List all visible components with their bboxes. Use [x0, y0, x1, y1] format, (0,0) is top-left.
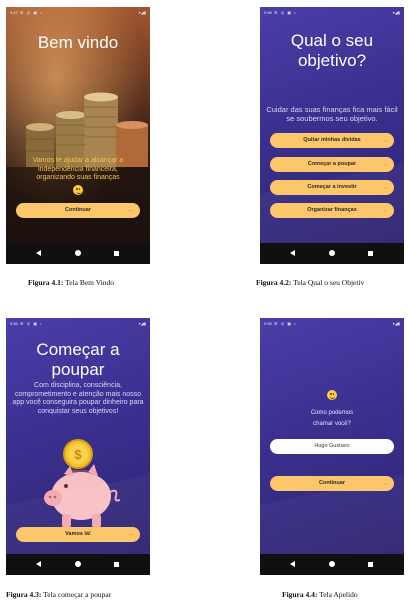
- option-label: Quitar minhas dívidas: [303, 137, 361, 143]
- arrow-right-icon: →: [127, 531, 134, 538]
- status-time: 9:58: [10, 321, 18, 326]
- lets-go-button-label: Vamos lá!: [65, 531, 91, 537]
- status-bar: 9:47 ⚙ ◎ ▣ • ▾◢▮: [6, 7, 150, 17]
- option-label: Organizar finanças: [307, 207, 357, 213]
- arrow-right-icon: →: [381, 184, 388, 191]
- save-message: Com disciplina, consciência, comprometim…: [12, 382, 144, 415]
- page-title: Bem vindo: [37, 33, 119, 52]
- welcome-screen: 9:47 ⚙ ◎ ▣ • ▾◢▮ Bem vindo Vamos te ajud…: [6, 7, 150, 243]
- figure-caption: Figura 4.4: Tela Apelido: [282, 590, 358, 599]
- nickname-question: Como podemos chamar você?: [310, 410, 354, 427]
- arrow-right-icon: →: [381, 480, 388, 487]
- smile-emoji-icon: [73, 185, 83, 195]
- battery-icon: ▾◢▮: [392, 321, 400, 326]
- figure-caption: Figura 4.3: Tela começar a poupar: [6, 590, 111, 599]
- battery-icon: ▾◢▮: [392, 10, 400, 15]
- back-icon[interactable]: [36, 561, 41, 567]
- back-icon[interactable]: [36, 250, 41, 256]
- figure-caption: Figura 4.2: Tela Qual o seu Objetiv: [256, 278, 364, 287]
- phone-objective: 9:58 ⚙ ◎ ▣ • ▾◢▮ Qual o seu objetivo? Cu…: [260, 7, 404, 264]
- caption-text: Tela Qual o seu Objetiv: [293, 278, 365, 287]
- phone-welcome: 9:47 ⚙ ◎ ▣ • ▾◢▮ Bem vindo Vamos te ajud…: [6, 7, 150, 264]
- continue-button-label: Continuar: [65, 207, 91, 213]
- option-button-organize[interactable]: Organizar finanças →: [270, 203, 394, 218]
- arrow-right-icon: →: [381, 207, 388, 214]
- continue-button[interactable]: Continuar →: [16, 203, 140, 218]
- status-icons: ⚙ ◎ ▣ •: [274, 10, 297, 15]
- arrow-right-icon: →: [381, 161, 388, 168]
- home-icon[interactable]: [329, 250, 335, 256]
- objective-message: Cuidar das suas finanças fica mais fácil…: [266, 105, 398, 123]
- option-label: Começar a investir: [307, 184, 357, 190]
- status-icons: ⚙ ◎ ▣ •: [274, 321, 297, 326]
- save-screen: 9:58 ⚙ ◎ ▣ • ▾◢▮ Começar a poupar Com di…: [6, 318, 150, 554]
- android-navbar: [6, 243, 150, 264]
- recent-apps-icon[interactable]: [114, 250, 119, 256]
- recent-apps-icon[interactable]: [368, 250, 373, 256]
- continue-button[interactable]: Continuar →: [270, 476, 394, 491]
- battery-icon: ▾◢▮: [138, 321, 146, 326]
- caption-label: Figura 4.4:: [282, 590, 318, 599]
- welcome-message: Vamos te ajudar a alcançar a independênc…: [32, 157, 124, 181]
- svg-text:$: $: [74, 447, 82, 462]
- caption-text: Tela Bem Vindo: [65, 278, 115, 287]
- back-icon[interactable]: [290, 250, 295, 256]
- status-icons: ⚙ ◎ ▣ •: [20, 10, 43, 15]
- caption-text: Tela começar a poupar: [43, 590, 112, 599]
- nickname-input[interactable]: Hugo Gustavo: [270, 439, 394, 454]
- continue-button-label: Continuar: [319, 480, 345, 486]
- home-icon[interactable]: [75, 250, 81, 256]
- smile-emoji-icon: [327, 390, 337, 400]
- arrow-right-icon: →: [127, 207, 134, 214]
- nickname-screen: 9:58 ⚙ ◎ ▣ • ▾◢▮ Como podemos chamar voc…: [260, 318, 404, 554]
- recent-apps-icon[interactable]: [368, 561, 373, 567]
- android-navbar: [260, 243, 404, 264]
- option-button-debts[interactable]: Quitar minhas dívidas →: [270, 133, 394, 148]
- home-icon[interactable]: [329, 561, 335, 567]
- android-navbar: [260, 554, 404, 575]
- option-label: Começar a poupar: [307, 161, 357, 167]
- phone-save: 9:58 ⚙ ◎ ▣ • ▾◢▮ Começar a poupar Com di…: [6, 318, 150, 575]
- status-bar: 9:58 ⚙ ◎ ▣ • ▾◢▮: [6, 318, 150, 328]
- caption-label: Figura 4.3:: [6, 590, 42, 599]
- page-title: Começar a poupar: [36, 340, 120, 379]
- figure-caption: Figura 4.1: Tela Bem Vindo: [28, 278, 114, 287]
- caption-label: Figura 4.2:: [256, 278, 292, 287]
- objective-screen: 9:58 ⚙ ◎ ▣ • ▾◢▮ Qual o seu objetivo? Cu…: [260, 7, 404, 243]
- back-icon[interactable]: [290, 561, 295, 567]
- arrow-right-icon: →: [381, 137, 388, 144]
- lets-go-button[interactable]: Vamos lá! →: [16, 527, 140, 542]
- status-bar: 9:58 ⚙ ◎ ▣ • ▾◢▮: [260, 318, 404, 328]
- caption-label: Figura 4.1:: [28, 278, 64, 287]
- caption-text: Tela Apelido: [319, 590, 358, 599]
- battery-icon: ▾◢▮: [138, 10, 146, 15]
- option-button-invest[interactable]: Começar a investir →: [270, 180, 394, 195]
- status-time: 9:58: [264, 10, 272, 15]
- home-icon[interactable]: [75, 561, 81, 567]
- recent-apps-icon[interactable]: [114, 561, 119, 567]
- status-bar: 9:58 ⚙ ◎ ▣ • ▾◢▮: [260, 7, 404, 17]
- option-button-save[interactable]: Começar a poupar →: [270, 157, 394, 172]
- phone-nickname: 9:58 ⚙ ◎ ▣ • ▾◢▮ Como podemos chamar voc…: [260, 318, 404, 575]
- android-navbar: [6, 554, 150, 575]
- status-time: 9:47: [10, 10, 18, 15]
- status-time: 9:58: [264, 321, 272, 326]
- page-title: Qual o seu objetivo?: [290, 31, 374, 70]
- status-icons: ⚙ ◎ ▣ •: [20, 321, 43, 326]
